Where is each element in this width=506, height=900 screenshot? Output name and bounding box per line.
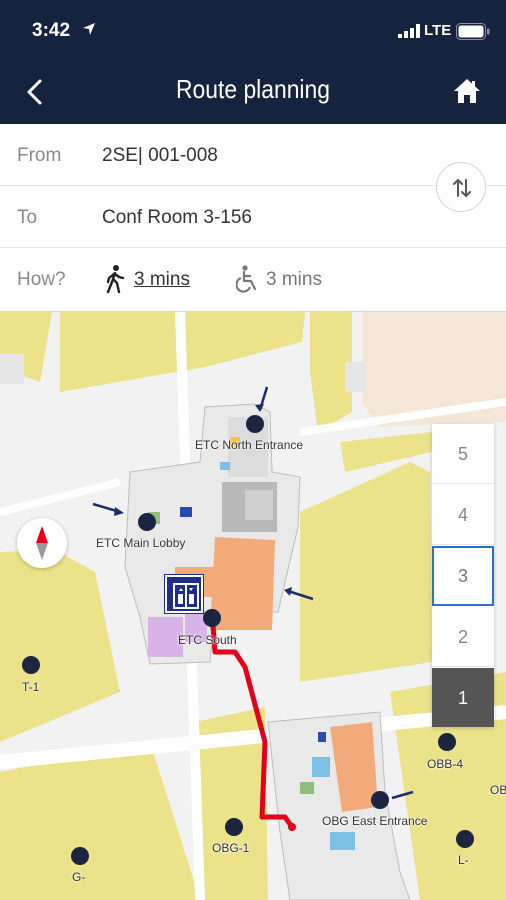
map-label-etc-south: ETC South <box>178 633 237 647</box>
map-base <box>0 312 506 900</box>
map-label-ob: OB <box>490 783 506 797</box>
floor-button-5[interactable]: 5 <box>432 424 494 484</box>
map-view[interactable]: ETC North Entrance ETC Main Lobby ETC So… <box>0 312 506 900</box>
signal-icon <box>398 24 420 38</box>
floor-button-3[interactable]: 3 <box>432 546 494 606</box>
wheelchair-mode-time: 3 mins <box>266 269 322 290</box>
home-icon <box>454 79 480 103</box>
how-label: How? <box>17 269 66 290</box>
walk-mode-time: 3 mins <box>134 269 190 290</box>
map-label-g: G- <box>72 870 86 884</box>
to-row[interactable]: To Conf Room 3-156 <box>0 186 506 248</box>
compass-button[interactable] <box>17 518 67 568</box>
walk-icon <box>106 265 125 294</box>
network-type: LTE <box>424 22 452 39</box>
compass-icon <box>36 526 48 560</box>
status-bar: 3:42 LTE <box>0 0 506 62</box>
wheelchair-icon <box>236 265 257 293</box>
status-time: 3:42 <box>32 20 71 41</box>
battery-icon <box>456 23 490 40</box>
map-label-t1: T-1 <box>22 680 40 694</box>
floor-button-2[interactable]: 2 <box>432 607 494 667</box>
floor-selector: 5 4 3 2 1 <box>432 424 494 727</box>
page-title: Route planning <box>176 74 330 104</box>
elevator-glyph <box>173 583 199 609</box>
map-label-obg-east: OBG East Entrance <box>322 814 428 828</box>
map-label-etc-main: ETC Main Lobby <box>96 536 186 550</box>
nav-bar: Route planning <box>0 62 506 124</box>
map-label-etc-north: ETC North Entrance <box>195 438 304 452</box>
walk-mode-option[interactable]: 3 mins <box>104 264 204 294</box>
swap-button[interactable] <box>436 162 486 212</box>
elevator-icon[interactable] <box>165 575 203 613</box>
route-form: From 2SE| 001-008 To Conf Room 3-156 How… <box>0 124 506 312</box>
from-row[interactable]: From 2SE| 001-008 <box>0 124 506 186</box>
floor-button-1[interactable]: 1 <box>432 668 494 727</box>
from-field[interactable]: 2SE| 001-008 <box>102 145 218 167</box>
map-label-l: L- <box>458 853 469 867</box>
to-label: To <box>17 207 38 228</box>
swap-vertical-icon <box>453 179 471 197</box>
to-field[interactable]: Conf Room 3-156 <box>102 207 252 229</box>
from-label: From <box>17 145 62 166</box>
floor-button-4[interactable]: 4 <box>432 485 494 545</box>
map-label-obg1: OBG-1 <box>212 841 250 855</box>
location-arrow-icon <box>83 23 95 35</box>
how-row: How? 3 mins 3 mins <box>0 248 506 312</box>
home-button[interactable] <box>452 76 482 106</box>
wheelchair-mode-option[interactable]: 3 mins <box>236 264 336 294</box>
map-label-obb4: OBB-4 <box>427 757 464 771</box>
